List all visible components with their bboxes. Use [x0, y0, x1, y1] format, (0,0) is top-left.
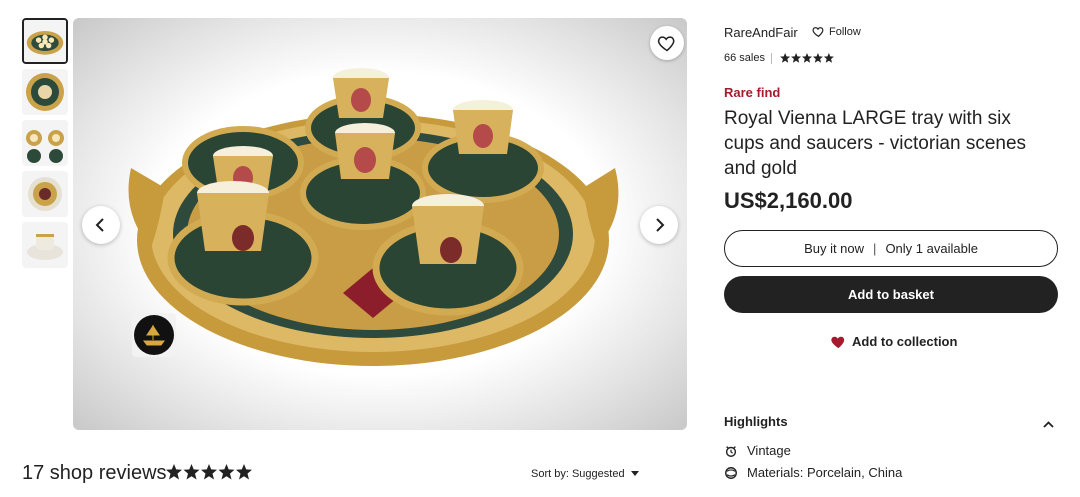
thumbnail-2[interactable] [22, 69, 68, 115]
seller-logo [132, 313, 176, 357]
add-to-collection-label: Add to collection [852, 333, 958, 349]
highlight-text: Vintage [747, 443, 791, 458]
heart-outline-icon [657, 36, 675, 52]
thumbnail-3[interactable] [22, 120, 68, 166]
favorite-button[interactable] [650, 26, 684, 60]
buy-it-now-button[interactable]: Buy it now | Only 1 available [724, 230, 1058, 267]
rare-find-badge: Rare find [724, 85, 781, 100]
highlight-materials: Materials: Porcelain, China [724, 465, 902, 480]
chevron-right-icon [656, 218, 665, 232]
main-product-image[interactable] [73, 18, 687, 430]
thumbnail-4[interactable] [22, 171, 68, 217]
highlight-vintage: Vintage [724, 443, 791, 458]
materials-icon [725, 466, 737, 479]
follow-button[interactable]: Follow [812, 25, 861, 38]
shop-name-link[interactable]: RareAndFair [724, 25, 798, 40]
next-image-button[interactable] [640, 206, 678, 244]
add-to-basket-button[interactable]: Add to basket [724, 276, 1058, 313]
buy-now-label: Buy it now [804, 241, 865, 256]
previous-image-button[interactable] [82, 206, 120, 244]
sort-dropdown[interactable]: Sort by: Suggested [531, 468, 639, 480]
chevron-left-icon [95, 218, 104, 232]
listing-price: US$2,160.00 [724, 188, 853, 213]
heart-outline-icon [812, 27, 824, 38]
button-divider: | [873, 241, 877, 256]
thumbnail-5[interactable] [22, 222, 68, 268]
highlights-heading[interactable]: Highlights [724, 414, 788, 429]
follow-label: Follow [829, 25, 861, 38]
sort-label: Sort by: Suggested [531, 468, 625, 480]
listing-title: Royal Vienna LARGE tray with six cups an… [724, 108, 1027, 179]
review-rating-stars [166, 464, 252, 480]
heart-filled-icon [831, 336, 845, 349]
thumbnail-1[interactable] [22, 18, 68, 64]
add-to-collection-button[interactable]: Add to collection [830, 333, 957, 349]
chevron-up-icon[interactable] [1043, 416, 1054, 434]
shop-reviews-title: 17 shop reviews [22, 462, 167, 484]
star-icons [166, 464, 252, 480]
sales-count: 66 sales [724, 52, 765, 64]
star-icons [780, 53, 834, 63]
caret-down-icon [630, 471, 639, 476]
vintage-icon [725, 445, 737, 457]
shop-sales-rating: 66 sales [724, 52, 836, 64]
divider [770, 52, 772, 64]
availability-text: Only 1 available [885, 241, 978, 256]
product-photo [128, 68, 619, 366]
highlight-text: Materials: Porcelain, China [747, 465, 903, 480]
